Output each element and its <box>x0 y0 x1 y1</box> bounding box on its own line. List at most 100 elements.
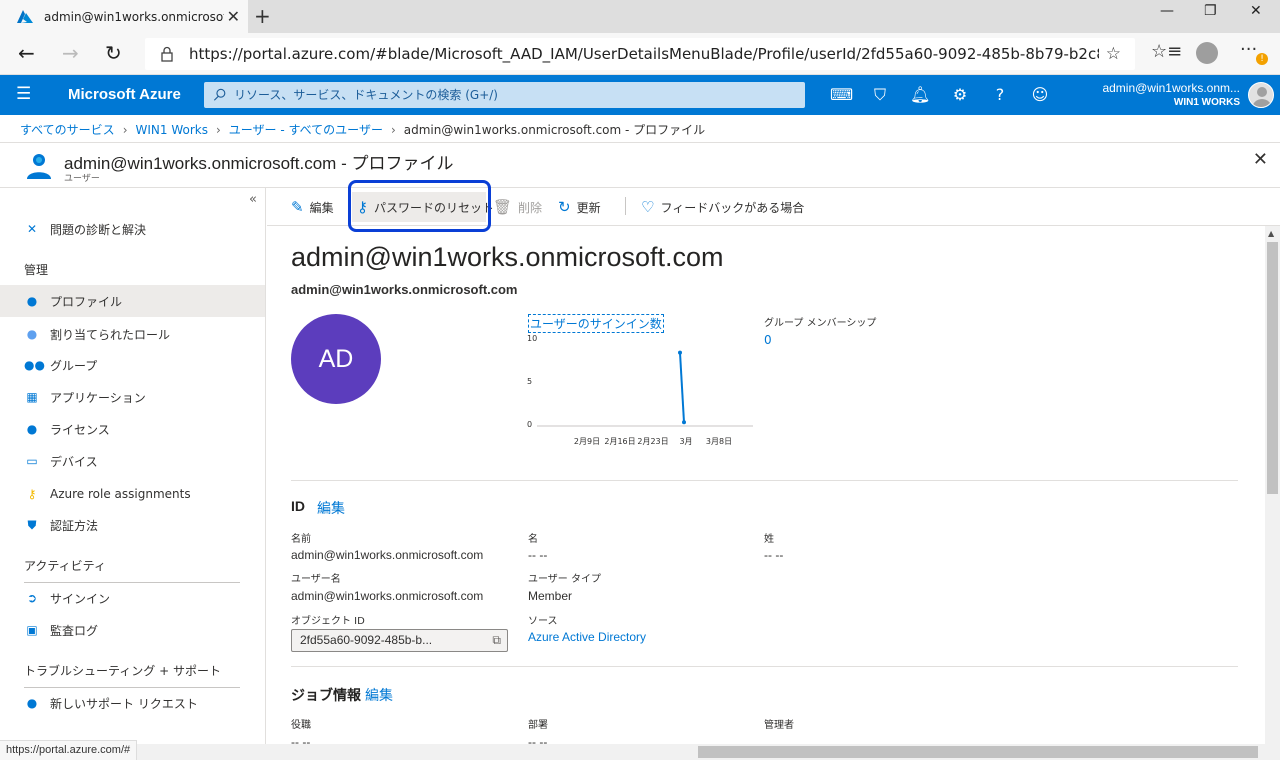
support-person-icon: ● <box>26 696 38 710</box>
favorite-star-icon[interactable]: ☆ <box>1106 44 1121 64</box>
browser-profile-avatar[interactable] <box>1196 42 1218 64</box>
nav-item-auth-methods[interactable]: ⛊ 認証方法 <box>0 509 265 541</box>
cloud-shell-icon[interactable]: ⌨ <box>830 85 853 104</box>
copy-icon[interactable]: ⧉ <box>492 633 501 648</box>
feedback-smiley-icon[interactable]: ☺ <box>1030 85 1050 104</box>
blade-menu: « ✕ 問題の診断と解決 管理 ● プロファイル ● 割り当てられたロール ●●… <box>0 188 266 744</box>
nav-item-devices[interactable]: ▭ デバイス <box>0 445 265 477</box>
help-icon[interactable]: ? <box>990 85 1010 104</box>
minimize-icon[interactable]: — <box>1160 3 1174 19</box>
favorites-list-icon[interactable]: ☆≡ <box>1151 41 1182 62</box>
object-id-value: 2fd55a60-9092-485b-b... <box>300 633 433 647</box>
given-name-label: 名 <box>528 534 538 545</box>
chart-title[interactable]: ユーザーのサインイン数 <box>528 314 664 333</box>
nav-section-support: トラブルシューティング + サポート <box>24 662 240 688</box>
refresh-icon: ↻ <box>558 198 571 216</box>
manager-label: 管理者 <box>764 720 794 731</box>
nav-item-label: プロファイル <box>50 294 123 309</box>
scroll-up-icon[interactable]: ▲ <box>1268 229 1274 238</box>
window-close-icon[interactable]: ✕ <box>1250 3 1262 19</box>
account-org: WIN1 WORKS <box>1173 97 1240 108</box>
nav-item-licenses[interactable]: ● ライセンス <box>0 413 265 445</box>
divider <box>291 480 1238 481</box>
azure-brand[interactable]: Microsoft Azure <box>68 86 181 103</box>
nav-item-label: 新しいサポート リクエスト <box>50 696 198 711</box>
x-tick-label: 2月9日 <box>574 437 600 446</box>
notifications-icon[interactable]: 🔔︎ <box>910 85 930 104</box>
signin-chart[interactable]: 10 5 0 2月9日 2月16日 2月23日 3月 3月8日 <box>525 332 755 460</box>
breadcrumb-tenant[interactable]: WIN1 Works <box>136 123 208 137</box>
search-icon <box>213 88 226 101</box>
refresh-button[interactable]: ↻ 更新 <box>558 196 601 218</box>
breadcrumb-all-users[interactable]: ユーザー - すべてのユーザー <box>229 121 383 138</box>
back-icon[interactable]: ← <box>18 41 35 65</box>
nav-item-label: デバイス <box>50 454 98 469</box>
directory-filter-icon[interactable]: ⛉ <box>870 85 890 105</box>
signin-icon: ➲ <box>26 591 38 605</box>
nav-item-groups[interactable]: ●● グループ <box>0 349 265 381</box>
nav-item-label: ライセンス <box>50 422 110 437</box>
x-tick-label: 3月8日 <box>706 437 732 446</box>
department-value: -- -- <box>528 735 548 744</box>
chevron-right-icon: › <box>390 122 396 137</box>
nav-item-azure-roles[interactable]: ⚷ Azure role assignments <box>0 478 265 510</box>
nav-item-applications[interactable]: ▦ アプリケーション <box>0 381 265 413</box>
collapse-menu-icon[interactable]: « <box>249 192 257 207</box>
surname-value: -- -- <box>764 548 784 562</box>
restore-icon[interactable]: ❐ <box>1204 3 1217 19</box>
wrench-icon: ✕ <box>26 222 38 236</box>
nav-item-diagnose[interactable]: ✕ 問題の診断と解決 <box>0 213 265 245</box>
divider <box>291 666 1238 667</box>
identity-edit-link[interactable]: 編集 <box>317 498 345 518</box>
nav-item-signins[interactable]: ➲ サインイン <box>0 582 265 614</box>
group-membership-label: グループ メンバーシップ <box>764 318 877 329</box>
horizontal-scrollbar[interactable] <box>0 744 1280 760</box>
tab-title: admin@win1works.onmicrosoft.com - プロファイル <box>44 10 224 24</box>
edit-label: 編集 <box>309 200 334 215</box>
group-membership-count[interactable]: 0 <box>764 333 772 347</box>
nav-item-label: アプリケーション <box>50 390 146 405</box>
y-tick-label: 0 <box>527 420 532 429</box>
nav-item-audit-logs[interactable]: ▣ 監査ログ <box>0 614 265 646</box>
toolbar-divider <box>625 197 626 215</box>
license-icon: ● <box>26 422 38 436</box>
portal-menu-icon[interactable]: ☰ <box>16 84 31 104</box>
source-label: ソース <box>528 616 558 627</box>
delete-button[interactable]: 🗑︎ 削除 <box>493 196 542 218</box>
series-line <box>679 352 685 423</box>
vertical-scroll-thumb[interactable] <box>1267 242 1278 494</box>
job-edit-link[interactable]: 編集 <box>365 685 393 705</box>
job-title-value: -- -- <box>291 735 311 744</box>
nav-item-support-request[interactable]: ● 新しいサポート リクエスト <box>0 687 265 719</box>
name-value: admin@win1works.onmicrosoft.com <box>291 548 484 562</box>
object-id-field[interactable]: 2fd55a60-9092-485b-b... ⧉ <box>291 629 508 652</box>
account-info[interactable]: admin@win1works.onm... WIN1 WORKS <box>1102 81 1240 108</box>
department-label: 部署 <box>528 720 548 731</box>
forward-icon[interactable]: → <box>62 41 79 65</box>
breadcrumb-all-services[interactable]: すべてのサービス <box>20 121 115 138</box>
nav-item-roles[interactable]: ● 割り当てられたロール <box>0 318 265 350</box>
avatar: AD <box>291 314 381 404</box>
vertical-scrollbar[interactable]: ▲ <box>1265 226 1280 744</box>
search-input[interactable] <box>234 88 794 102</box>
edit-button[interactable]: ✎ 編集 <box>291 196 334 218</box>
browser-tab[interactable]: admin@win1works.onmicrosoft.com - プロファイル… <box>0 0 248 33</box>
settings-gear-icon[interactable]: ⚙ <box>950 85 970 104</box>
nav-item-label: 認証方法 <box>50 518 99 533</box>
blade-close-icon[interactable]: ✕ <box>1253 149 1268 170</box>
new-tab-icon[interactable]: + <box>254 4 271 28</box>
nav-item-profile[interactable]: ● プロファイル <box>0 285 265 317</box>
account-avatar[interactable] <box>1248 82 1274 108</box>
global-search[interactable] <box>204 82 805 108</box>
horizontal-scroll-thumb[interactable] <box>698 746 1258 758</box>
surname-label: 姓 <box>764 534 774 545</box>
profile-icon: ● <box>26 294 38 308</box>
update-badge-icon: ! <box>1256 53 1268 65</box>
reload-icon[interactable]: ↻ <box>105 41 122 65</box>
browser-menu-icon[interactable]: ··· <box>1240 39 1257 60</box>
feedback-button[interactable]: ♡ フィードバックがある場合 <box>641 196 804 218</box>
url-text: https://portal.azure.com/#blade/Microsof… <box>189 45 1099 63</box>
source-link[interactable]: Azure Active Directory <box>528 630 646 644</box>
address-bar[interactable]: https://portal.azure.com/#blade/Microsof… <box>145 38 1135 70</box>
tab-close-icon[interactable]: ✕ <box>227 7 240 26</box>
